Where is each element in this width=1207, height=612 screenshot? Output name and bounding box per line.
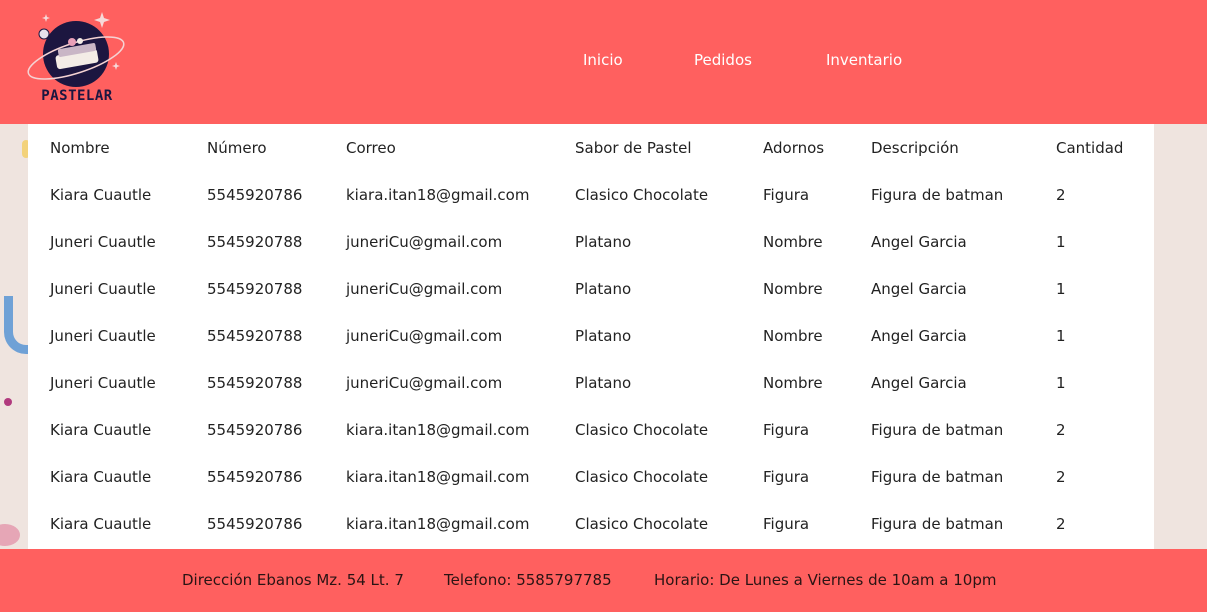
- cell-cantidad: 2: [1056, 514, 1066, 533]
- cell-correo: kiara.itan18@gmail.com: [346, 185, 530, 204]
- cell-sabor: Platano: [575, 279, 632, 298]
- table-row: Juneri Cuautle 5545920788 juneriCu@gmail…: [28, 312, 1154, 359]
- cell-numero: 5545920786: [207, 467, 303, 486]
- cell-cantidad: 2: [1056, 467, 1066, 486]
- cell-sabor: Platano: [575, 232, 632, 251]
- main-nav: Inicio Pedidos Inventario: [0, 51, 1207, 75]
- cell-nombre: Juneri Cuautle: [50, 232, 156, 251]
- cell-descripcion: Figura de batman: [871, 467, 1004, 486]
- cell-descripcion: Figura de batman: [871, 185, 1004, 204]
- header: PASTELAR Inicio Pedidos Inventario: [0, 0, 1207, 124]
- cell-descripcion: Angel Garcia: [871, 232, 967, 251]
- cell-sabor: Platano: [575, 326, 632, 345]
- orders-table-panel: Nombre Número Correo Sabor de Pastel Ado…: [28, 124, 1154, 549]
- cell-sabor: Clasico Chocolate: [575, 185, 709, 204]
- cell-numero: 5545920786: [207, 514, 303, 533]
- column-header-descripcion: Descripción: [871, 138, 959, 157]
- cell-nombre: Kiara Cuautle: [50, 420, 152, 439]
- cell-sabor: Clasico Chocolate: [575, 420, 709, 439]
- column-header-adornos: Adornos: [763, 138, 825, 157]
- cell-nombre: Juneri Cuautle: [50, 373, 156, 392]
- footer-address: Dirección Ebanos Mz. 54 Lt. 7: [182, 571, 404, 589]
- cell-correo: juneriCu@gmail.com: [346, 279, 503, 298]
- cell-adornos: Nombre: [763, 279, 823, 298]
- cell-correo: juneriCu@gmail.com: [346, 232, 503, 251]
- cell-adornos: Figura: [763, 420, 810, 439]
- table-header-row: Nombre Número Correo Sabor de Pastel Ado…: [28, 124, 1154, 171]
- cell-cantidad: 2: [1056, 185, 1066, 204]
- cell-descripcion: Angel Garcia: [871, 326, 967, 345]
- cell-descripcion: Figura de batman: [871, 514, 1004, 533]
- column-header-nombre: Nombre: [50, 138, 110, 157]
- table-row: Kiara Cuautle 5545920786 kiara.itan18@gm…: [28, 500, 1154, 547]
- nav-item-inicio[interactable]: Inicio: [583, 51, 623, 69]
- cell-descripcion: Angel Garcia: [871, 279, 967, 298]
- cell-numero: 5545920788: [207, 326, 303, 345]
- cell-cantidad: 1: [1056, 232, 1066, 251]
- cell-correo: juneriCu@gmail.com: [346, 373, 503, 392]
- cell-adornos: Figura: [763, 467, 810, 486]
- cell-cantidad: 1: [1056, 326, 1066, 345]
- cell-adornos: Figura: [763, 514, 810, 533]
- cell-descripcion: Angel Garcia: [871, 373, 967, 392]
- cell-cantidad: 1: [1056, 279, 1066, 298]
- cell-adornos: Figura: [763, 185, 810, 204]
- cell-numero: 5545920788: [207, 279, 303, 298]
- cell-correo: juneriCu@gmail.com: [346, 326, 503, 345]
- cell-nombre: Kiara Cuautle: [50, 185, 152, 204]
- cell-numero: 5545920786: [207, 420, 303, 439]
- footer-phone: Telefono: 5585797785: [444, 571, 612, 589]
- cell-numero: 5545920786: [207, 185, 303, 204]
- cell-nombre: Kiara Cuautle: [50, 467, 152, 486]
- cell-cantidad: 1: [1056, 373, 1066, 392]
- table-row: Juneri Cuautle 5545920788 juneriCu@gmail…: [28, 359, 1154, 406]
- table-row: Juneri Cuautle 5545920788 juneriCu@gmail…: [28, 218, 1154, 265]
- cell-adornos: Nombre: [763, 232, 823, 251]
- table-row: Juneri Cuautle 5545920788 juneriCu@gmail…: [28, 265, 1154, 312]
- cell-numero: 5545920788: [207, 232, 303, 251]
- column-header-sabor: Sabor de Pastel: [575, 138, 692, 157]
- cell-nombre: Juneri Cuautle: [50, 326, 156, 345]
- cell-sabor: Clasico Chocolate: [575, 467, 709, 486]
- nav-item-pedidos[interactable]: Pedidos: [694, 51, 752, 69]
- cell-sabor: Clasico Chocolate: [575, 514, 709, 533]
- cell-numero: 5545920788: [207, 373, 303, 392]
- cell-adornos: Nombre: [763, 326, 823, 345]
- footer: Dirección Ebanos Mz. 54 Lt. 7 Telefono: …: [0, 549, 1207, 612]
- table-row: Kiara Cuautle 5545920786 kiara.itan18@gm…: [28, 171, 1154, 218]
- decorative-shape: [0, 524, 20, 546]
- cell-nombre: Juneri Cuautle: [50, 279, 156, 298]
- brand-name: PASTELAR: [41, 88, 113, 104]
- column-header-correo: Correo: [346, 138, 396, 157]
- table-row: Kiara Cuautle 5545920786 kiara.itan18@gm…: [28, 406, 1154, 453]
- column-header-cantidad: Cantidad: [1056, 138, 1124, 157]
- footer-hours: Horario: De Lunes a Viernes de 10am a 10…: [654, 571, 997, 589]
- cell-correo: kiara.itan18@gmail.com: [346, 514, 530, 533]
- decorative-dot: [4, 398, 12, 406]
- table-row: Kiara Cuautle 5545920786 kiara.itan18@gm…: [28, 453, 1154, 500]
- cell-correo: kiara.itan18@gmail.com: [346, 467, 530, 486]
- cell-cantidad: 2: [1056, 420, 1066, 439]
- cell-nombre: Kiara Cuautle: [50, 514, 152, 533]
- cell-descripcion: Figura de batman: [871, 420, 1004, 439]
- column-header-numero: Número: [207, 138, 267, 157]
- cell-correo: kiara.itan18@gmail.com: [346, 420, 530, 439]
- decorative-shape: [4, 296, 30, 354]
- cell-sabor: Platano: [575, 373, 632, 392]
- orders-table: Nombre Número Correo Sabor de Pastel Ado…: [28, 124, 1154, 547]
- cell-adornos: Nombre: [763, 373, 823, 392]
- nav-item-inventario[interactable]: Inventario: [826, 51, 902, 69]
